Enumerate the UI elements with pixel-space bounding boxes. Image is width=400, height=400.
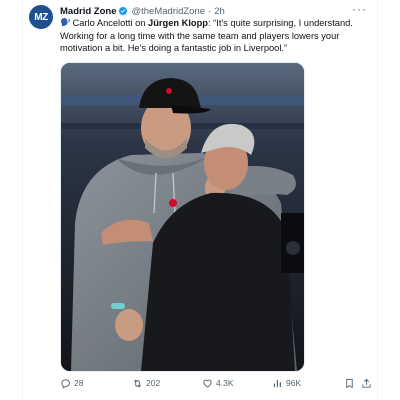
verified-badge-icon: [119, 6, 128, 16]
speaking-head-icon: [61, 18, 71, 26]
bookmark-icon: [346, 378, 353, 389]
share-button[interactable]: [361, 378, 375, 389]
tweet-text-mention: Jürgen Klopp: [148, 18, 208, 28]
photo-image: [61, 63, 304, 371]
like-button[interactable]: 4.3K: [202, 378, 234, 389]
views-count: 96K: [286, 378, 302, 388]
reply-button[interactable]: 28: [60, 378, 83, 389]
views-button[interactable]: 96K: [272, 378, 301, 389]
retweet-button[interactable]: 202: [132, 378, 160, 389]
author-handle[interactable]: @theMadridZone: [131, 6, 205, 17]
share-icon: [362, 378, 371, 388]
action-bar: 28 202 4.3K 96K: [60, 376, 371, 390]
views-chart-icon: [273, 379, 281, 387]
tweet-text-prefix: Carlo Ancelotti on: [70, 18, 149, 28]
avatar-text: MZ: [34, 11, 48, 23]
retweet-icon: [133, 379, 142, 387]
bookmark-button[interactable]: [344, 378, 358, 389]
heart-icon: [203, 379, 212, 388]
reply-icon: [61, 378, 70, 389]
tweet-photo[interactable]: [60, 62, 305, 372]
separator-dot: ·: [208, 5, 212, 17]
avatar[interactable]: MZ: [29, 5, 53, 29]
retweet-count: 202: [146, 378, 161, 388]
tweet-header: Madrid Zone @theMadridZone · 2h: [60, 4, 360, 18]
reply-count: 28: [74, 378, 84, 388]
tweet-text: Carlo Ancelotti on Jürgen Klopp: “It's q…: [60, 17, 360, 55]
author-name[interactable]: Madrid Zone: [60, 6, 116, 17]
timestamp[interactable]: 2h: [214, 6, 225, 17]
tweet-card[interactable]: MZ Madrid Zone @theMadridZone · 2h ··· C…: [22, 0, 378, 400]
like-count: 4.3K: [216, 378, 234, 388]
more-options-icon[interactable]: ···: [352, 2, 367, 16]
